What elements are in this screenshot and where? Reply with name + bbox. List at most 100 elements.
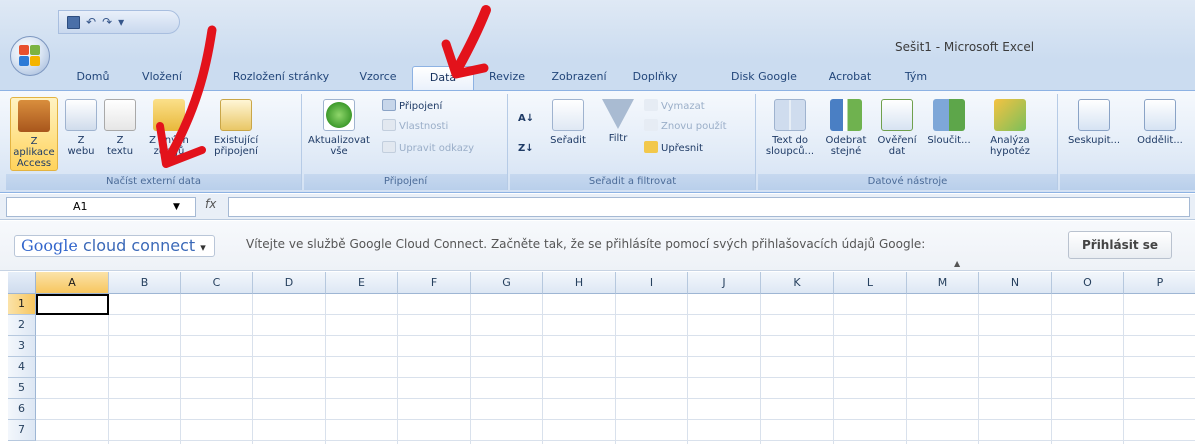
advanced-filter-button[interactable]: Upřesnit [644, 140, 703, 158]
row-header-2[interactable]: 2 [8, 315, 36, 336]
name-box[interactable]: A1 ▼ [6, 197, 196, 217]
sort-za-button[interactable]: Z↓ [518, 140, 534, 158]
select-all-corner[interactable] [8, 272, 36, 294]
advanced-filter-icon [644, 141, 658, 153]
reapply-filter-button[interactable]: Znovu použít [644, 118, 727, 136]
name-box-dropdown-icon[interactable]: ▼ [173, 198, 180, 216]
group-rows-button[interactable]: Seskupit... [1064, 97, 1124, 171]
save-icon[interactable] [67, 15, 80, 29]
from-text-button[interactable]: Z textu [102, 97, 138, 171]
column-header-i[interactable]: I [616, 272, 688, 294]
data-validation-icon [881, 99, 913, 131]
text-to-columns-button[interactable]: Text do sloupců... [762, 97, 818, 171]
filter-funnel-icon [602, 99, 634, 129]
formula-bar: A1 ▼ fx [0, 194, 1195, 220]
collapse-arrow-icon[interactable]: ▲ [954, 259, 960, 268]
sign-in-button[interactable]: Přihlásit se [1068, 231, 1172, 259]
google-cloud-connect-menu[interactable]: Google cloud connect ▾ [14, 235, 215, 257]
group-outline: Seskupit... Oddělit... [1060, 94, 1195, 190]
clear-filter-button[interactable]: Vymazat [644, 98, 705, 116]
column-header-l[interactable]: L [834, 272, 907, 294]
column-gridline [760, 294, 761, 444]
row-header-1[interactable]: 1 [8, 294, 36, 315]
customize-qat-icon[interactable]: ▾ [118, 15, 124, 29]
column-header-f[interactable]: F [398, 272, 471, 294]
from-other-sources-button[interactable]: Z jiných zdrojů [142, 97, 196, 171]
column-gridline [687, 294, 688, 444]
properties-button[interactable]: Vlastnosti [382, 118, 448, 136]
column-header-n[interactable]: N [979, 272, 1052, 294]
office-button[interactable] [10, 36, 50, 76]
row-header-3[interactable]: 3 [8, 336, 36, 357]
column-header-b[interactable]: B [109, 272, 181, 294]
tab-addins[interactable]: Doplňky [626, 66, 684, 90]
row-header-5[interactable]: 5 [8, 378, 36, 399]
tab-acrobat[interactable]: Acrobat [822, 66, 878, 90]
tab-review[interactable]: Revize [480, 66, 534, 90]
group-label-outline [1060, 174, 1195, 190]
filter-button[interactable]: Filtr [598, 97, 638, 171]
edit-links-icon [382, 141, 396, 153]
remove-duplicates-button[interactable]: Odebrat stejné [822, 97, 870, 171]
column-header-h[interactable]: H [543, 272, 616, 294]
refresh-icon [323, 99, 355, 131]
from-access-button[interactable]: Z aplikace Access [10, 97, 58, 171]
row-header-4[interactable]: 4 [8, 357, 36, 378]
sort-az-button[interactable]: A↓ [518, 110, 534, 128]
active-cell-a1[interactable] [36, 294, 109, 315]
what-if-analysis-icon [994, 99, 1026, 131]
existing-connections-button[interactable]: Existující připojení [204, 97, 268, 171]
worksheet-grid[interactable]: ABCDEFGHIJKLMNOP 1234567 [0, 272, 1195, 444]
google-cloud-connect-message: Vítejte ve službě Google Cloud Connect. … [246, 237, 926, 251]
chevron-down-icon: ▾ [200, 241, 206, 254]
column-gridline [1123, 294, 1124, 444]
connections-button[interactable]: Připojení [382, 98, 442, 116]
sort-button[interactable]: Seřadit [546, 97, 590, 171]
what-if-analysis-button[interactable]: Analýza hypotéz [982, 97, 1038, 171]
column-header-m[interactable]: M [907, 272, 979, 294]
tab-google-drive[interactable]: Disk Google [726, 66, 802, 90]
redo-icon[interactable]: ↷ [102, 15, 112, 29]
column-header-e[interactable]: E [326, 272, 398, 294]
tab-formulas[interactable]: Vzorce [350, 66, 406, 90]
column-header-k[interactable]: K [761, 272, 834, 294]
column-header-p[interactable]: P [1124, 272, 1195, 294]
window-title: Sešit1 - Microsoft Excel [895, 40, 1035, 54]
access-icon [18, 100, 50, 132]
from-web-button[interactable]: Z webu [64, 97, 98, 171]
title-bar: ↶ ↷ ▾ Sešit1 - Microsoft Excel [0, 0, 1195, 60]
tab-insert[interactable]: Vložení [132, 66, 192, 90]
existing-connections-icon [220, 99, 252, 131]
undo-icon[interactable]: ↶ [86, 15, 96, 29]
ungroup-rows-button[interactable]: Oddělit... [1130, 97, 1190, 171]
data-validation-button[interactable]: Ověření dat [874, 97, 920, 171]
tab-page-layout[interactable]: Rozložení stránky [222, 66, 340, 90]
web-icon [65, 99, 97, 131]
tab-team[interactable]: Tým [898, 66, 934, 90]
refresh-all-button[interactable]: Aktualizovat vše [308, 97, 370, 171]
consolidate-button[interactable]: Sloučit... [924, 97, 974, 171]
function-fx-icon[interactable]: fx [205, 197, 216, 211]
connections-icon [382, 99, 396, 111]
formula-input[interactable] [228, 197, 1190, 217]
column-gridline [978, 294, 979, 444]
quick-access-toolbar: ↶ ↷ ▾ [58, 10, 180, 34]
column-header-d[interactable]: D [253, 272, 326, 294]
column-header-o[interactable]: O [1052, 272, 1124, 294]
tab-view[interactable]: Zobrazení [546, 66, 612, 90]
edit-links-button[interactable]: Upravit odkazy [382, 140, 474, 158]
cloud-connect-label: cloud connect [82, 236, 196, 255]
column-header-j[interactable]: J [688, 272, 761, 294]
column-header-c[interactable]: C [181, 272, 253, 294]
column-header-g[interactable]: G [471, 272, 543, 294]
row-header-7[interactable]: 7 [8, 420, 36, 441]
tab-home[interactable]: Domů [62, 66, 124, 90]
remove-duplicates-icon [830, 99, 862, 131]
column-gridline [397, 294, 398, 444]
google-logo: Google [21, 236, 78, 255]
column-gridline [252, 294, 253, 444]
column-header-a[interactable]: A [36, 272, 109, 294]
row-header-6[interactable]: 6 [8, 399, 36, 420]
tab-data[interactable]: Data [412, 66, 474, 90]
row-gridline [36, 335, 1195, 336]
